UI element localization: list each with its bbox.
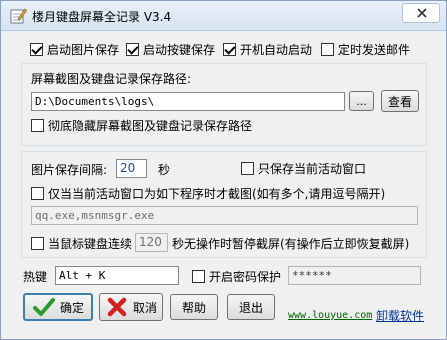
option-image-save-label: 启动图片保存 [47,43,120,57]
key-save-checkbox[interactable] [126,43,139,56]
cancel-label: 取消 [132,300,157,315]
path-group-label: 屏幕截图及键盘记录保存路径: [31,72,192,86]
password-label: 开启密码保护 [209,270,282,284]
program-list-field[interactable]: qq.exe,msnmsgr.exe [31,206,418,225]
option-pause[interactable]: 当鼠标键盘连续 [31,235,132,252]
interval-field[interactable]: 20 [116,159,147,178]
browse-button[interactable]: ... [349,91,374,111]
hotkey-label: 热键 [23,270,48,284]
cross-icon [105,295,129,319]
close-icon [416,7,428,19]
active-only-label: 只保存当前活动窗口 [258,162,367,176]
website-link[interactable]: www.louyue.com [288,310,372,321]
option-active-only[interactable]: 只保存当前活动窗口 [241,160,366,177]
option-key-save[interactable]: 启动按键保存 [126,41,215,58]
hide-path-checkbox[interactable] [31,119,44,132]
pause-suffix: 秒无操作时暂停截屏(有操作后立即恢复截屏) [172,237,410,251]
timed-email-checkbox[interactable] [321,43,334,56]
option-image-save[interactable]: 启动图片保存 [30,41,119,58]
title-bar: 楼月键盘屏幕全记录 V3.4 [1,1,446,31]
interval-label: 图片保存间隔: [31,163,108,177]
ok-label: 确定 [59,300,84,315]
option-password[interactable]: 开启密码保护 [192,268,281,285]
option-program-only[interactable]: 仅当当前活动窗口为如下程序时才截图(如有多个,请用逗号隔开) [31,185,385,202]
password-checkbox[interactable] [192,270,205,283]
pause-seconds-field[interactable]: 120 [135,233,168,252]
option-timed-email[interactable]: 定时发送邮件 [321,41,410,58]
window-title: 楼月键盘屏幕全记录 V3.4 [32,10,172,24]
pause-checkbox[interactable] [31,237,44,250]
checkmark-icon [32,295,56,319]
hotkey-field[interactable]: Alt + K [55,266,179,285]
option-hide-path[interactable]: 彻底隐藏屏幕截图及键盘记录保存路径 [31,117,252,134]
program-only-checkbox[interactable] [31,187,44,200]
view-button[interactable]: 查看 [381,90,419,112]
close-button[interactable] [402,3,440,23]
hide-path-label: 彻底隐藏屏幕截图及键盘记录保存路径 [48,119,253,133]
active-only-checkbox[interactable] [241,162,254,175]
uninstall-link[interactable]: 卸载软件 [376,307,424,324]
exit-button[interactable]: 退出 [227,294,275,320]
save-path-field[interactable]: D:\Documents\logs\ [31,92,345,111]
option-autostart[interactable]: 开机自动启动 [223,41,312,58]
ok-button[interactable]: 确定 [23,293,93,321]
pause-label: 当鼠标键盘连续 [48,237,133,251]
autostart-checkbox[interactable] [223,43,236,56]
app-notepad-icon [9,7,27,25]
cancel-button[interactable]: 取消 [99,293,163,321]
option-key-save-label: 启动按键保存 [143,43,216,57]
interval-unit: 秒 [158,163,171,177]
password-field[interactable]: ****** [288,266,421,285]
option-timed-email-label: 定时发送邮件 [338,43,411,57]
image-save-checkbox[interactable] [30,43,43,56]
program-only-label: 仅当当前活动窗口为如下程序时才截图(如有多个,请用逗号隔开) [48,187,386,201]
main-window: 楼月键盘屏幕全记录 V3.4 启动图片保存 启动按键保存 开机自动启动 定时发送… [0,0,447,340]
help-button[interactable]: 帮助 [170,294,218,320]
option-autostart-label: 开机自动启动 [240,43,313,57]
